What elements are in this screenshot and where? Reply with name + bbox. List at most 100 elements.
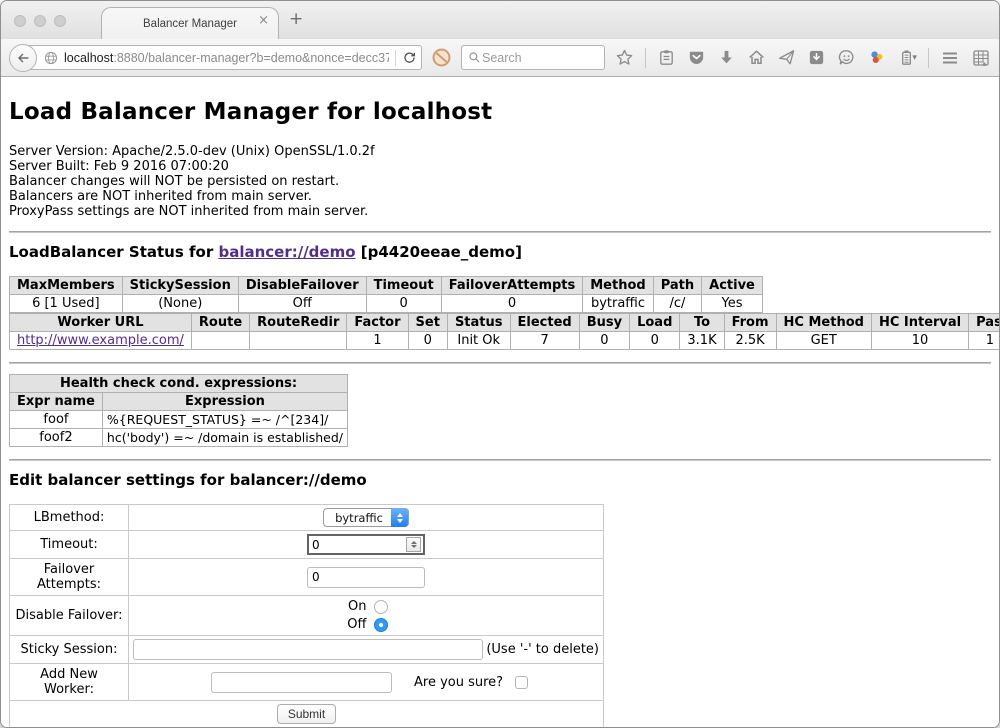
back-button[interactable] [9, 44, 37, 72]
sticky-session-input[interactable] [133, 639, 483, 660]
col-hc-interval: HC Interval [871, 314, 968, 332]
cell-elected: 7 [510, 332, 579, 350]
cell-path: /c/ [653, 295, 701, 313]
smiley-icon [837, 48, 856, 67]
home-icon [747, 48, 766, 67]
add-worker-row: Add New Worker: Are you sure? [10, 664, 604, 701]
number-spinner-icon[interactable] [406, 537, 421, 552]
url-bar[interactable]: localhost:8880/balancer-manager?b=demo&n… [24, 45, 422, 70]
tab-bar: Balancer Manager × + [1, 1, 999, 39]
cell-expression-2: hc('body') =~ /domain is established/ [102, 429, 347, 447]
health-table-title: Health check cond. expressions: [10, 375, 348, 393]
downloads-button[interactable] [717, 48, 736, 67]
disable-failover-label: Disable Failover: [10, 596, 129, 636]
balancer-status-table: MaxMembers StickySession DisableFailover… [9, 276, 763, 313]
battery-status-button[interactable]: ▾ [897, 48, 917, 67]
divider [9, 231, 991, 233]
heading-prefix: LoadBalancer Status for [9, 243, 218, 261]
bookmarks-menu-button[interactable] [657, 48, 676, 67]
timeout-input-wrap [307, 534, 425, 555]
feedback-button[interactable] [837, 48, 856, 67]
tab-balancer-manager[interactable]: Balancer Manager × [101, 7, 279, 39]
zoom-window-button[interactable] [54, 15, 66, 27]
col-to: To [680, 314, 724, 332]
worker-table: Worker URL Route RouteRedir Factor Set S… [9, 313, 999, 350]
col-disablefailover: DisableFailover [238, 277, 366, 295]
status-header-row: MaxMembers StickySession DisableFailover… [10, 277, 763, 295]
reload-button[interactable] [402, 50, 417, 65]
lbmethod-select[interactable]: bytraffic [323, 508, 409, 527]
toolbar-separator-2 [928, 48, 929, 68]
page-content: Load Balancer Manager for localhost Serv… [1, 77, 999, 727]
sticky-session-label: Sticky Session: [10, 636, 129, 664]
toolbar-separator [645, 48, 646, 68]
url-text: localhost:8880/balancer-manager?b=demo&n… [64, 51, 389, 65]
failover-attempts-input[interactable] [307, 567, 425, 588]
col-maxmembers: MaxMembers [10, 277, 123, 295]
cell-busy: 0 [579, 332, 629, 350]
col-passes: Passes [969, 314, 999, 332]
disable-failover-row: Disable Failover: On Off [10, 596, 604, 636]
tab-title: Balancer Manager [143, 18, 237, 30]
server-version-line: Server Version: Apache/2.5.0-dev (Unix) … [9, 144, 991, 159]
timeout-input[interactable] [309, 538, 406, 552]
col-set: Set [408, 314, 447, 332]
balancer-demo-link[interactable]: balancer://demo [218, 243, 355, 261]
new-tab-button[interactable]: + [289, 9, 303, 29]
failover-attempts-row: Failover Attempts: [10, 559, 604, 596]
url-divider [395, 50, 396, 66]
close-window-button[interactable] [14, 15, 26, 27]
tile-tabs-button[interactable] [971, 48, 991, 68]
sticky-session-field: (Use '-' to delete) [133, 639, 599, 660]
disable-failover-radios: On Off [133, 599, 599, 632]
loadbalancer-status-heading: LoadBalancer Status for balancer://demo … [9, 243, 991, 261]
col-busy: Busy [579, 314, 629, 332]
radio-on-label: On [345, 599, 367, 614]
pocket-button[interactable] [687, 48, 706, 67]
col-failoverattempts: FailoverAttempts [441, 277, 583, 295]
col-timeout: Timeout [366, 277, 441, 295]
lbmethod-label: LBmethod: [10, 505, 129, 531]
health-row-foof: foof %{REQUEST_STATUS} =~ /^[234]/ [10, 411, 348, 429]
cell-disablefailover: Off [238, 295, 366, 313]
cell-status: Init Ok [447, 332, 510, 350]
clipboard-icon [657, 48, 676, 67]
tab-close-icon[interactable]: × [258, 14, 269, 27]
search-bar[interactable] [461, 45, 605, 70]
bookmark-star-button[interactable] [615, 48, 634, 67]
cell-timeout: 0 [366, 295, 441, 313]
cell-route [191, 332, 249, 350]
worker-header-row: Worker URL Route RouteRedir Factor Set S… [10, 314, 1000, 332]
reload-icon [402, 50, 417, 65]
extension-colors-button[interactable] [867, 48, 886, 67]
radio-off-button[interactable] [374, 618, 388, 632]
health-title-row: Health check cond. expressions: [10, 375, 348, 393]
boxed-download-icon [807, 48, 826, 67]
select-stepper-icon [391, 508, 408, 527]
worker-url-link[interactable]: http://www.example.com/ [17, 333, 184, 348]
window-controls [14, 15, 66, 27]
grid-icon [971, 48, 991, 68]
col-expr-name: Expr name [10, 393, 103, 411]
share-button[interactable] [777, 48, 796, 67]
col-factor: Factor [347, 314, 408, 332]
col-status: Status [447, 314, 510, 332]
cell-expression-1: %{REQUEST_STATUS} =~ /^[234]/ [102, 411, 347, 429]
dropdown-caret-icon[interactable]: ▾ [912, 53, 917, 63]
add-worker-input[interactable] [211, 672, 392, 693]
home-button[interactable] [747, 48, 766, 67]
radio-on-button[interactable] [374, 600, 388, 614]
save-to-device-button[interactable] [807, 48, 826, 67]
health-header-row: Expr name Expression [10, 393, 348, 411]
edit-balancer-heading: Edit balancer settings for balancer://de… [9, 471, 991, 489]
colored-dots-icon [867, 48, 886, 67]
menu-button[interactable] [940, 48, 960, 68]
minimize-window-button[interactable] [34, 15, 46, 27]
cell-worker-url: http://www.example.com/ [10, 332, 192, 350]
search-input[interactable] [482, 51, 582, 65]
sticky-session-row: Sticky Session: (Use '-' to delete) [10, 636, 604, 664]
content-blocked-button[interactable] [431, 47, 452, 68]
are-you-sure-checkbox[interactable] [515, 676, 528, 689]
submit-button[interactable]: Submit [277, 704, 336, 724]
globe-icon [43, 50, 59, 66]
